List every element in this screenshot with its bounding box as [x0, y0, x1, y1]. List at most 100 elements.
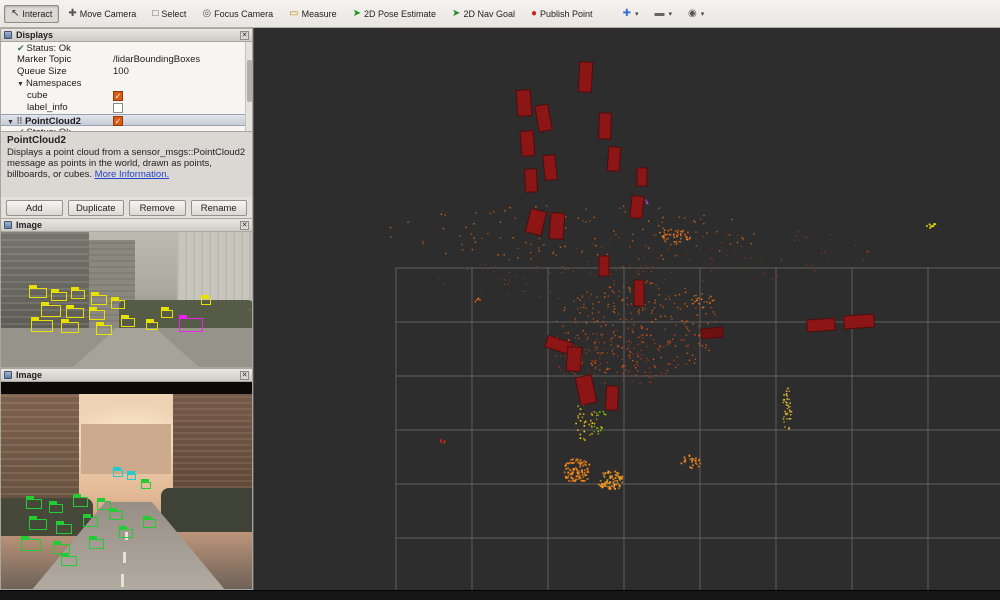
displays-panel-title: Displays: [16, 30, 53, 40]
duplicate-button[interactable]: Duplicate: [68, 200, 125, 216]
tree-scrollbar-thumb[interactable]: [247, 60, 252, 102]
checkbox-pointcloud2[interactable]: ✓: [113, 116, 123, 126]
more-information-link[interactable]: More Information.: [95, 169, 169, 180]
detection-label-tab: [71, 287, 79, 291]
tree-row-marker-topic[interactable]: Marker Topic/lidarBoundingBoxes: [1, 54, 252, 66]
expander-icon[interactable]: ▼: [7, 119, 14, 126]
remove-tool-button[interactable]: ▬▾: [647, 5, 679, 23]
tool-select[interactable]: □Select: [145, 5, 193, 23]
building-right: [177, 232, 252, 302]
image-panel-top-titlebar[interactable]: Image ✕: [1, 219, 252, 232]
tree-label: Marker Topic: [17, 54, 71, 65]
detection-label-tab: [143, 516, 151, 520]
detection-box: [146, 322, 158, 330]
detection-label-tab: [109, 508, 117, 512]
tree-row-namespaces[interactable]: ▼Namespaces: [1, 78, 252, 90]
detection-box: [66, 308, 84, 318]
detection-label-tab: [96, 322, 104, 326]
3d-viewport[interactable]: [253, 28, 1000, 590]
lidar-box: [807, 318, 836, 332]
remove-button[interactable]: Remove: [129, 200, 186, 216]
detection-box: [179, 318, 203, 332]
lidar-box: [701, 327, 724, 339]
lidar-box: [543, 154, 558, 180]
tool-focus-camera[interactable]: ◎Focus Camera: [195, 5, 280, 23]
detection-box: [141, 482, 151, 489]
checkbox-cube[interactable]: ✓: [113, 91, 123, 101]
add-button[interactable]: Add: [6, 200, 63, 216]
pointcloud-scene: [254, 28, 1000, 590]
status-ok-icon: ✔: [17, 43, 25, 53]
add-tool-button[interactable]: ✚▾: [616, 5, 646, 23]
chevron-down-icon: ▾: [668, 10, 672, 18]
tree-row-pointcloud2[interactable]: ▼⠿PointCloud2✓: [1, 114, 252, 126]
tree-scrollbar[interactable]: [245, 42, 252, 131]
chevron-down-icon: ▾: [701, 10, 705, 18]
tool-options-icon: ◉: [688, 9, 697, 19]
tool-move-camera[interactable]: ✚Move Camera: [61, 5, 143, 23]
tool-measure[interactable]: ▭Measure: [282, 5, 343, 23]
detection-box: [91, 295, 107, 305]
toolbar-right-group: ✚▾▬▾◉▾: [616, 5, 712, 23]
image-panel-bottom-titlebar[interactable]: Image ✕: [1, 369, 252, 382]
lidar-box: [525, 208, 546, 235]
panel-collapse-handle[interactable]: ◂: [245, 300, 253, 320]
checkbox-label-info[interactable]: [113, 103, 123, 113]
tool-label: Focus Camera: [214, 9, 273, 19]
displays-panel-titlebar[interactable]: Displays ✕: [1, 29, 252, 42]
detection-label-tab: [31, 317, 39, 321]
camera-image-bottom: [1, 382, 252, 589]
detection-box: [71, 290, 85, 299]
detection-box: [41, 305, 61, 317]
detection-label-tab: [89, 307, 97, 311]
detection-label-tab: [61, 553, 69, 557]
detection-label-tab: [127, 471, 135, 475]
hand-cursor-icon: ↖: [11, 9, 19, 19]
tool-2d-nav-goal[interactable]: ➤2D Nav Goal: [445, 5, 522, 23]
detection-box: [73, 497, 88, 507]
tree-value[interactable]: 100: [113, 66, 129, 78]
detection-label-tab: [179, 315, 187, 319]
add-tool-icon: ✚: [623, 9, 631, 19]
detection-label-tab: [91, 292, 99, 296]
ground-grid: [396, 268, 1000, 590]
close-icon[interactable]: ✕: [240, 371, 249, 380]
building-right: [173, 394, 252, 500]
display-button-row: Add DuplicateRemove Rename: [1, 197, 252, 219]
detection-box: [119, 529, 133, 538]
expander-icon[interactable]: ▼: [17, 81, 24, 88]
pose-estimate-arrow-icon: ➤: [353, 9, 361, 19]
tree-row-queue-size[interactable]: Queue Size100: [1, 66, 252, 78]
detection-label-tab: [97, 498, 105, 502]
tree-label: Status: Ok: [27, 43, 71, 54]
lidar-box: [605, 386, 618, 411]
nav-goal-arrow-icon: ➤: [452, 9, 460, 19]
image-panel-bottom-title: Image: [16, 370, 42, 380]
detection-box: [31, 320, 53, 332]
rename-button[interactable]: Rename: [191, 200, 248, 216]
tree-value[interactable]: /lidarBoundingBoxes: [113, 54, 200, 66]
detection-label-tab: [119, 526, 127, 530]
image-panel-top: Image ✕: [0, 218, 253, 368]
publish-point-icon: ●: [531, 9, 537, 19]
tree-row-label-info[interactable]: label_info: [1, 102, 252, 114]
tool-2d-pose-estimate[interactable]: ➤2D Pose Estimate: [346, 5, 443, 23]
image-panel-icon: [4, 221, 12, 229]
tree-row-status-ok[interactable]: ✔Status: Ok: [1, 42, 252, 54]
camera-image-top: [1, 232, 252, 367]
detection-box: [61, 322, 79, 333]
close-icon[interactable]: ✕: [240, 221, 249, 230]
detection-box: [51, 292, 67, 301]
tree-row-cube[interactable]: cube✓: [1, 90, 252, 102]
tool-publish-point[interactable]: ●Publish Point: [524, 5, 600, 23]
image-panel-top-title: Image: [16, 220, 42, 230]
detection-box: [83, 517, 98, 527]
detection-label-tab: [61, 319, 69, 323]
close-icon[interactable]: ✕: [240, 31, 249, 40]
detection-box: [113, 470, 123, 477]
tool-interact[interactable]: ↖Interact: [4, 5, 59, 23]
tool-options-button[interactable]: ◉▾: [681, 5, 711, 23]
lidar-box: [524, 169, 537, 193]
lidar-box: [535, 104, 552, 132]
detection-label-tab: [73, 494, 81, 498]
